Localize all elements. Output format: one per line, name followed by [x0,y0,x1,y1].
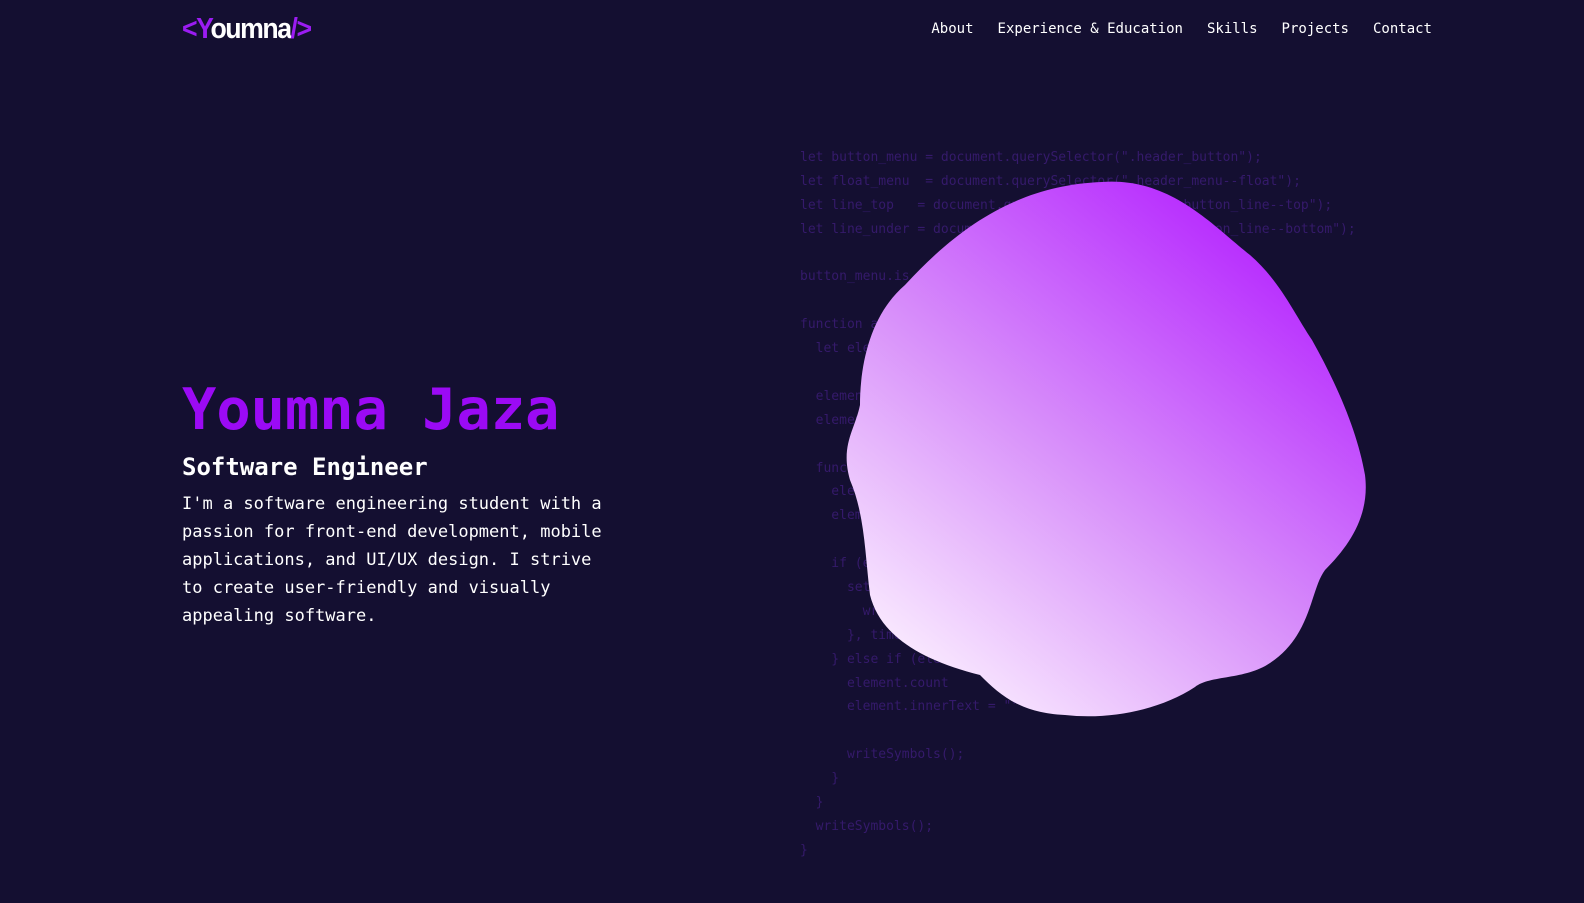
gradient-blob [846,181,1366,717]
logo-name: oumna [210,13,292,45]
code-line: } [800,795,824,811]
code-line: let button_menu = document.querySelector… [800,150,1262,165]
logo-first-letter: Y [196,13,212,45]
hero-section: Youmna Jaza Software Engineer I'm a soft… [182,378,642,630]
hero-name: Youmna Jaza [182,377,560,443]
code-line: } [800,771,840,787]
nav-link-contact[interactable]: Contact [1373,18,1432,40]
main-nav: About Experience & Education Skills Proj… [931,18,1432,40]
hero-role: Software Engineer [182,453,428,481]
nav-link-skills[interactable]: Skills [1207,18,1258,40]
blob-shape [846,181,1366,717]
logo-close-bracket: /> [290,13,313,45]
code-line: } [800,842,808,858]
code-line: writeSymbols(); [800,747,965,763]
nav-link-projects[interactable]: Projects [1282,18,1349,40]
nav-link-about[interactable]: About [931,18,973,40]
nav-link-experience-education[interactable]: Experience & Education [998,18,1183,40]
hero-description: I'm a software engineering student with … [182,494,602,626]
code-line: writeSymbols(); [800,818,934,834]
site-header: <Youmna/> About Experience & Education S… [0,0,1584,60]
logo-open-bracket: < [182,13,198,45]
site-logo[interactable]: <Youmna/> [182,10,313,48]
